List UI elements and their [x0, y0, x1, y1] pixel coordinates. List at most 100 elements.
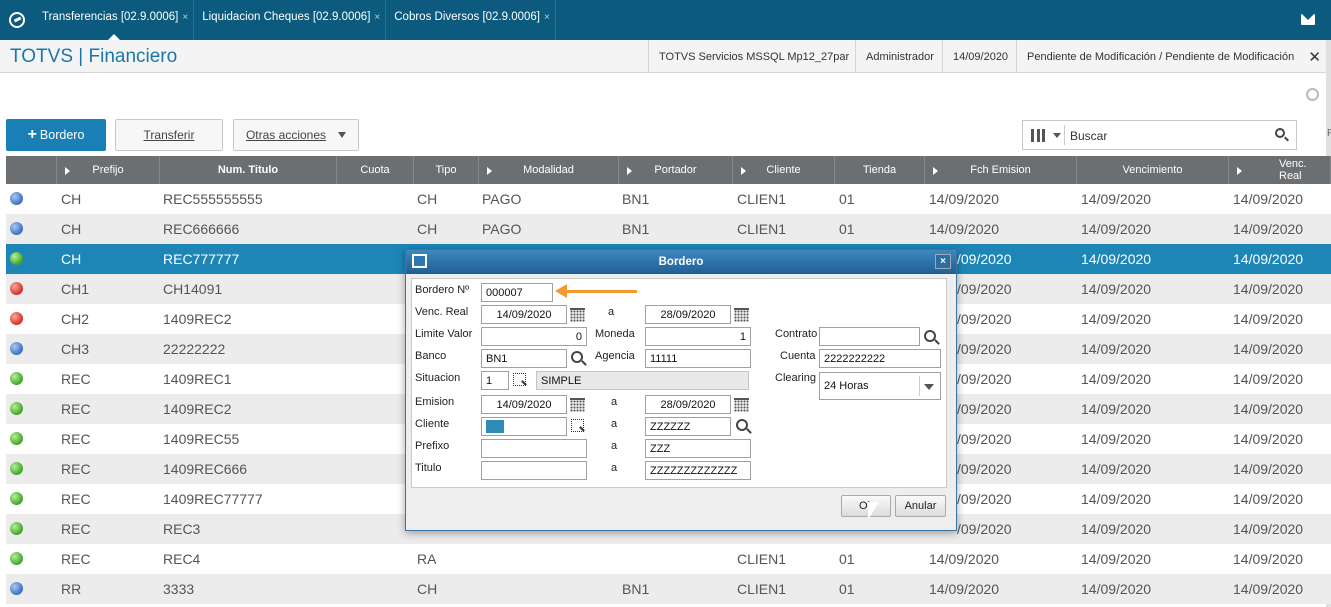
- close-icon[interactable]: ×: [935, 254, 951, 269]
- table-row[interactable]: CH REC666666 CH PAGO BN1 CLIEN1 01 14/09/2020 14…: [6, 214, 1331, 244]
- status-info: Pendiente de Modificación / Pendiente de…: [1016, 40, 1304, 73]
- search-icon[interactable]: [924, 330, 936, 342]
- table-row[interactable]: REC REC4 RA CLIEN1 01 14/09/2020 14/09/2020 14/…: [6, 544, 1331, 574]
- column-header[interactable]: Prefijo: [57, 156, 160, 184]
- cell-num: REC3: [163, 521, 201, 537]
- tab-close-icon[interactable]: ×: [544, 12, 550, 23]
- cell-emision: /09/2020: [957, 371, 1012, 387]
- bordero-button[interactable]: + Bordero: [6, 119, 106, 151]
- annotation-arrow-head: [555, 284, 567, 298]
- cell-num: 1409REC2: [163, 311, 232, 327]
- banco-field[interactable]: BN1: [481, 349, 567, 368]
- transferir-button[interactable]: Transferir: [115, 119, 223, 151]
- range-a-label: a: [611, 396, 618, 408]
- cell-vreal: 14/09/2020: [1233, 491, 1304, 507]
- titulo-to-field[interactable]: ZZZZZZZZZZZZZ: [645, 461, 751, 480]
- search-icon[interactable]: [571, 351, 583, 363]
- cell-num: REC666666: [163, 221, 240, 237]
- cell-portador: BN1: [622, 221, 650, 237]
- cell-vreal: 14/09/2020: [1233, 371, 1304, 387]
- cell-num: 3333: [163, 581, 195, 597]
- ok-button[interactable]: Ok: [841, 495, 891, 517]
- cell-vreal: 14/09/2020: [1233, 311, 1304, 327]
- otras-acciones-button[interactable]: Otras acciones: [233, 119, 359, 151]
- contrato-field[interactable]: [819, 327, 920, 346]
- column-header[interactable]: Modalidad: [479, 156, 619, 184]
- lookup-icon[interactable]: [571, 419, 584, 432]
- calendar-icon[interactable]: [734, 398, 749, 412]
- emision-from-field[interactable]: 14/09/2020: [481, 395, 567, 414]
- cell-venc: 14/09/2020: [1081, 401, 1152, 417]
- prefijo-to-field[interactable]: ZZZ: [645, 439, 751, 458]
- status-blue-icon: [10, 222, 23, 235]
- calendar-icon[interactable]: [570, 398, 585, 412]
- cell-cliente: CLIEN1: [737, 581, 787, 597]
- situacion-code-field[interactable]: 1: [481, 371, 509, 390]
- prefijo-from-field[interactable]: [481, 439, 587, 458]
- clearing-select[interactable]: 24 Horas: [819, 372, 941, 400]
- dialog-title: Bordero: [658, 256, 704, 268]
- cell-emision: 14/09/2020: [929, 581, 1000, 597]
- column-header[interactable]: Num. Titulo: [160, 156, 337, 184]
- moneda-field[interactable]: 1: [645, 327, 751, 346]
- dialog-title-bar[interactable]: Bordero ×: [406, 250, 956, 274]
- mail-icon[interactable]: [1301, 14, 1315, 25]
- table-row[interactable]: CH REC555555555 CH PAGO BN1 CLIEN1 01 14/09/202…: [6, 184, 1331, 214]
- agencia-field[interactable]: 11111: [645, 349, 751, 368]
- status-green-icon: [10, 522, 23, 535]
- cliente-to-field[interactable]: ZZZZZZ: [645, 417, 731, 436]
- cell-vreal: 14/09/2020: [1233, 431, 1304, 447]
- gear-icon[interactable]: [1306, 88, 1319, 101]
- tab-label: Liquidacion Cheques [02.9.0006]: [202, 11, 371, 23]
- cliente-from-field[interactable]: [481, 417, 567, 436]
- status-column-header[interactable]: [6, 156, 57, 184]
- close-icon[interactable]: ✕: [1308, 48, 1321, 66]
- columns-icon[interactable]: [1031, 129, 1045, 142]
- cell-num: 22222222: [163, 341, 226, 357]
- bordero-no-field[interactable]: 000007: [481, 283, 553, 302]
- table-row[interactable]: RR 3333 CH BN1 CLIEN1 01 14/09/2020 14/09/2020 1…: [6, 574, 1331, 604]
- chevron-down-icon[interactable]: [1053, 133, 1061, 138]
- cell-venc: 14/09/2020: [1081, 551, 1152, 567]
- totvs-logo-icon[interactable]: [0, 0, 34, 40]
- cell-venc: 14/09/2020: [1081, 281, 1152, 297]
- column-header[interactable]: Fch Emision: [925, 156, 1077, 184]
- cell-prefijo: CH: [61, 221, 82, 237]
- lookup-icon[interactable]: [513, 373, 526, 386]
- search-icon[interactable]: [1275, 128, 1285, 138]
- search-box[interactable]: Buscar: [1022, 120, 1297, 150]
- column-header[interactable]: Portador: [619, 156, 733, 184]
- column-header[interactable]: Tienda: [835, 156, 925, 184]
- bordero-button-label: Bordero: [39, 128, 85, 142]
- search-input[interactable]: Buscar: [1070, 129, 1107, 143]
- tab-0[interactable]: Transferencias [02.9.0006] ×: [34, 0, 195, 40]
- limite-valor-field[interactable]: 0: [481, 327, 587, 346]
- mouse-cursor-icon: [867, 501, 880, 521]
- anular-button[interactable]: Anular: [895, 495, 946, 517]
- tab-close-icon[interactable]: ×: [182, 12, 188, 23]
- cell-num: REC555555555: [163, 191, 263, 207]
- venc-real-from-field[interactable]: 14/09/2020: [481, 305, 567, 324]
- range-a-label: a: [611, 418, 618, 430]
- tab-1[interactable]: Liquidacion Cheques [02.9.0006] ×: [194, 0, 387, 40]
- cell-prefijo: REC: [61, 401, 91, 417]
- column-header[interactable]: Venc. Real: [1229, 156, 1331, 184]
- cell-vreal: 14/09/2020: [1233, 341, 1304, 357]
- venc-real-to-field[interactable]: 28/09/2020: [645, 305, 731, 324]
- tab-2[interactable]: Cobros Diversos [02.9.0006] ×: [386, 0, 556, 40]
- column-header[interactable]: Vencimiento: [1077, 156, 1229, 184]
- calendar-icon[interactable]: [570, 308, 585, 322]
- calendar-icon[interactable]: [734, 308, 749, 322]
- column-header[interactable]: Tipo: [414, 156, 479, 184]
- tab-close-icon[interactable]: ×: [374, 12, 380, 23]
- cuenta-field[interactable]: 2222222222: [819, 349, 941, 368]
- column-header[interactable]: Cuota: [337, 156, 414, 184]
- search-icon[interactable]: [736, 419, 748, 431]
- tab-label: Transferencias [02.9.0006]: [42, 11, 179, 23]
- status-green-icon: [10, 372, 23, 385]
- titulo-from-field[interactable]: [481, 461, 587, 480]
- chevron-down-icon[interactable]: [924, 384, 934, 390]
- column-header[interactable]: Cliente: [733, 156, 835, 184]
- emision-to-field[interactable]: 28/09/2020: [645, 395, 731, 414]
- cell-emision: /09/2020: [957, 431, 1012, 447]
